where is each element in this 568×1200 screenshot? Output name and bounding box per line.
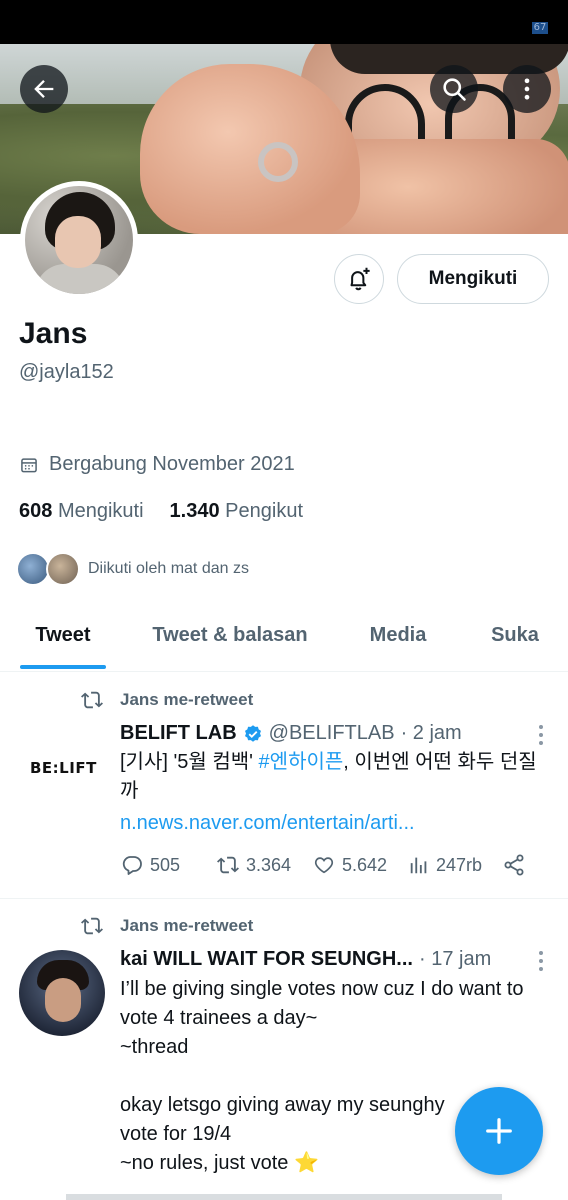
like-button[interactable]: 5.642 bbox=[312, 854, 408, 876]
more-vertical-icon bbox=[524, 78, 530, 100]
tweet-actions: 505 3.364 5.642 247rb bbox=[120, 853, 540, 877]
status-bar: 67 bbox=[0, 0, 568, 44]
tab-media[interactable]: Media bbox=[334, 604, 462, 671]
search-icon bbox=[443, 78, 466, 101]
active-tab-indicator bbox=[20, 665, 106, 669]
followers-link[interactable]: 1.340 Pengikut bbox=[170, 500, 303, 523]
calendar-icon bbox=[21, 457, 37, 472]
author-handle: @BELIFTLAB bbox=[268, 722, 395, 744]
verified-badge-icon bbox=[244, 724, 261, 742]
belift-avatar[interactable]: BE:LIFT bbox=[30, 759, 96, 777]
battery-indicator: 67 bbox=[532, 22, 548, 34]
tweet-item[interactable]: Jans me-retweet BE:LIFT BELIFT LAB @BELI… bbox=[0, 673, 568, 899]
followed-by[interactable]: Diikuti oleh mat dan zs bbox=[16, 552, 249, 586]
tweet-time: · 17 jam bbox=[418, 948, 492, 970]
follow-counts: 608 Mengikuti 1.340 Pengikut bbox=[19, 500, 303, 523]
back-button[interactable] bbox=[20, 65, 68, 113]
bottom-divider bbox=[66, 1194, 502, 1200]
notify-button[interactable] bbox=[334, 254, 384, 304]
hashtag-link[interactable]: #엔하이픈 bbox=[259, 751, 344, 773]
retweet-indicator: Jans me-retweet bbox=[80, 915, 253, 937]
views-button[interactable]: 247rb bbox=[408, 854, 502, 876]
follower-avatar bbox=[46, 552, 80, 586]
more-options-button[interactable] bbox=[503, 65, 551, 113]
tweet-link[interactable]: n.news.naver.com/entertain/arti... bbox=[120, 809, 550, 838]
retweet-icon bbox=[81, 917, 103, 935]
bell-plus-icon bbox=[350, 267, 370, 291]
tab-likes[interactable]: Suka bbox=[462, 604, 568, 671]
author-name[interactable]: BELIFT LAB bbox=[120, 722, 237, 745]
plus-icon bbox=[486, 1118, 512, 1144]
author-name[interactable]: kai WILL WAIT FOR SEUNGH... bbox=[120, 948, 413, 971]
retweet-button[interactable]: 3.364 bbox=[216, 854, 312, 876]
arrow-left-icon bbox=[34, 80, 54, 98]
author-avatar[interactable] bbox=[19, 950, 105, 1036]
following-button[interactable]: Mengikuti bbox=[397, 254, 549, 304]
retweet-icon bbox=[81, 691, 103, 709]
tweet-header: BELIFT LAB @BELIFTLAB · 2 jam bbox=[120, 722, 462, 745]
reply-button[interactable]: 505 bbox=[120, 853, 216, 877]
following-link[interactable]: 608 Mengikuti bbox=[19, 500, 144, 523]
profile-handle: @jayla152 bbox=[19, 361, 114, 383]
retweet-indicator: Jans me-retweet bbox=[80, 689, 253, 711]
tweet-more-icon[interactable] bbox=[538, 725, 544, 745]
tab-tweet-replies[interactable]: Tweet & balasan bbox=[126, 604, 334, 671]
tweet-more-icon[interactable] bbox=[538, 951, 544, 971]
tweet-time: · 2 jam bbox=[400, 722, 462, 744]
share-button[interactable] bbox=[502, 853, 526, 877]
views-chart-icon bbox=[410, 857, 427, 874]
heart-icon bbox=[314, 857, 334, 874]
follower-avatar bbox=[16, 552, 50, 586]
share-icon bbox=[504, 854, 524, 876]
retweet-icon bbox=[217, 856, 239, 874]
tweet-text: [기사] '5월 컴백' #엔하이픈, 이번엔 어떤 화두 던질까 bbox=[120, 751, 537, 802]
tab-tweet[interactable]: Tweet bbox=[0, 604, 126, 671]
profile-name: Jans bbox=[19, 317, 88, 350]
joined-date: Bergabung November 2021 bbox=[19, 453, 295, 476]
joined-label: Bergabung November 2021 bbox=[49, 453, 295, 475]
compose-tweet-button[interactable] bbox=[455, 1087, 543, 1175]
search-button[interactable] bbox=[430, 65, 478, 113]
tweet-header: kai WILL WAIT FOR SEUNGH... · 17 jam bbox=[120, 948, 491, 971]
reply-icon bbox=[122, 856, 142, 875]
profile-tabs: Tweet Tweet & balasan Media Suka bbox=[0, 604, 568, 672]
profile-avatar[interactable] bbox=[20, 181, 138, 299]
followed-by-label: Diikuti oleh mat dan zs bbox=[88, 560, 249, 577]
